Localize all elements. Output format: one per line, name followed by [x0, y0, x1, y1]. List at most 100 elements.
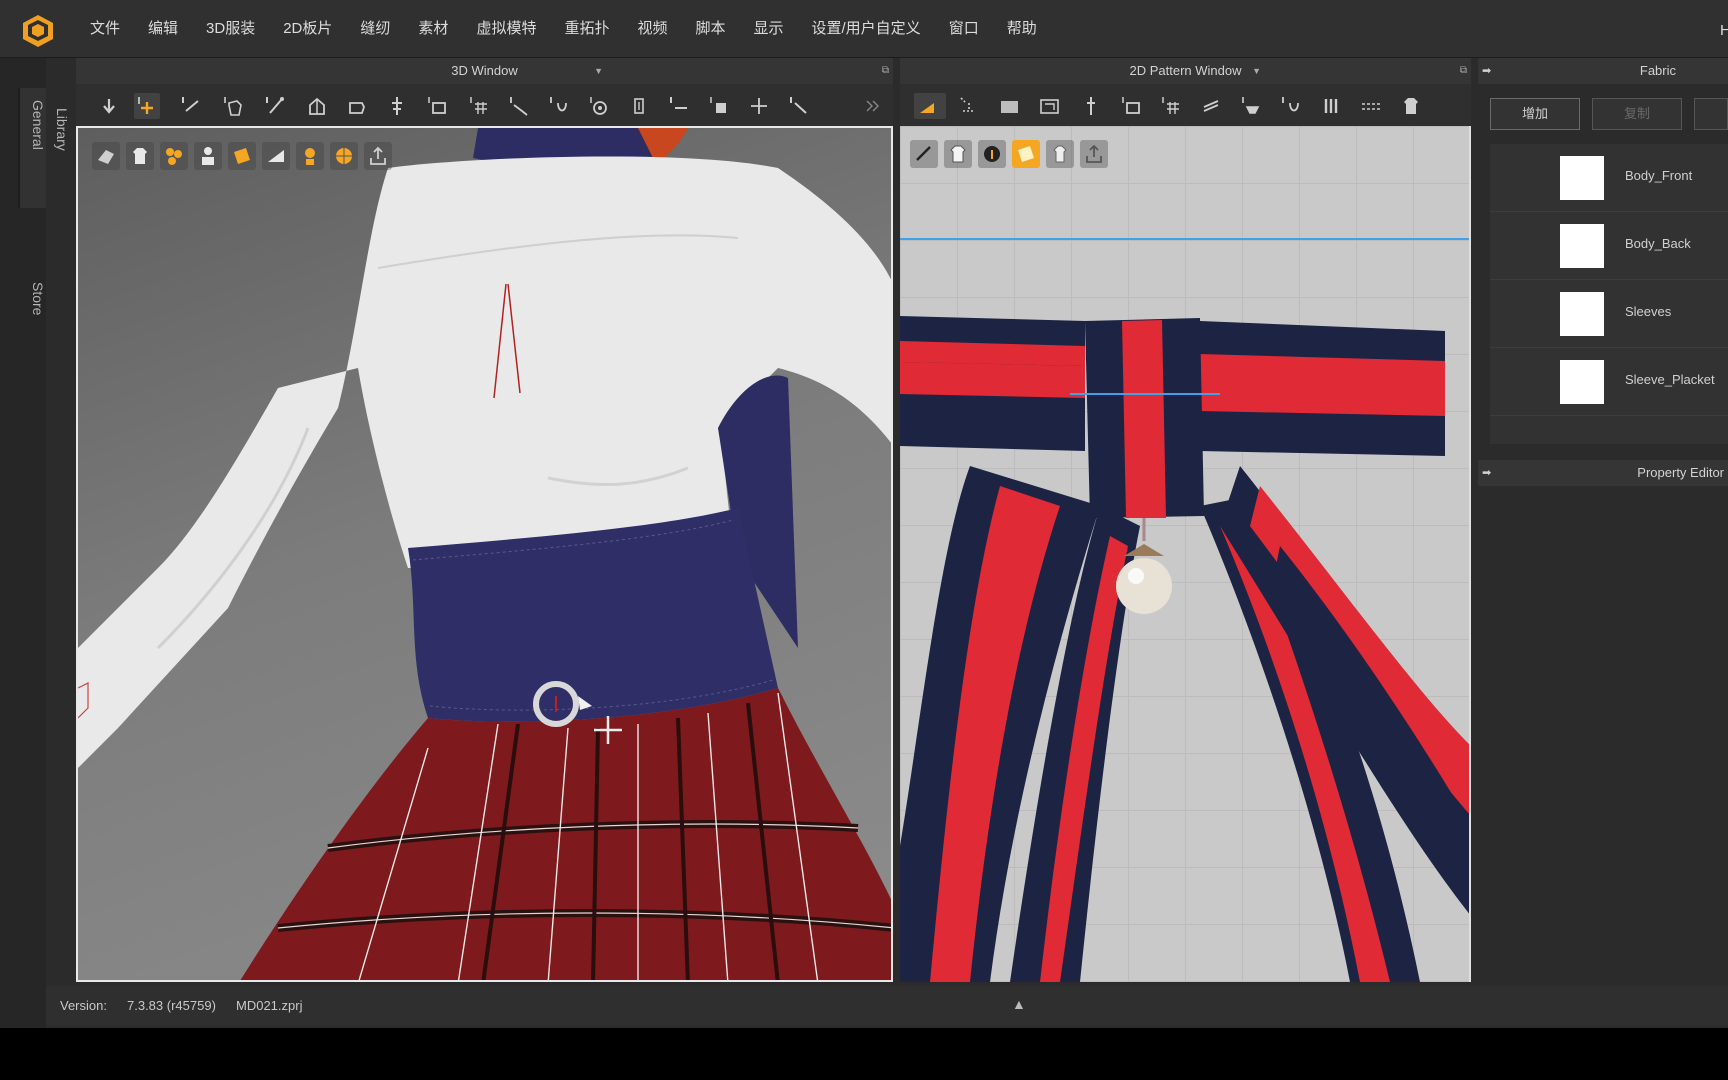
- environment-icon[interactable]: [330, 142, 358, 170]
- menu-retopology[interactable]: 重拓扑: [550, 0, 623, 58]
- view2d-dropdown-icon[interactable]: ▼: [1252, 58, 1261, 84]
- view2d-popout-icon[interactable]: ⧉: [1460, 58, 1467, 84]
- polygon-icon[interactable]: [1036, 93, 1062, 119]
- zipper-icon[interactable]: [546, 93, 572, 119]
- menu-video[interactable]: 视频: [623, 0, 681, 58]
- menu-help[interactable]: 帮助: [993, 0, 1051, 58]
- fabric-swatch: [1560, 360, 1604, 404]
- menu-settings[interactable]: 设置/用户自定义: [798, 0, 935, 58]
- topstitch-icon[interactable]: [1318, 93, 1344, 119]
- tab-store[interactable]: Store: [18, 218, 46, 328]
- view3d-dropdown-icon[interactable]: ▼: [594, 58, 603, 84]
- view2d-viewport[interactable]: [900, 126, 1471, 982]
- view2d-toolbar: [900, 84, 1471, 126]
- puckering-icon[interactable]: [506, 93, 532, 119]
- view3d-viewport[interactable]: [76, 126, 893, 982]
- show-pattern-icon[interactable]: [944, 140, 972, 168]
- version-label: Version:: [60, 998, 107, 1013]
- expand-up-icon[interactable]: ▲: [1012, 996, 1026, 1012]
- fabric-name: Body_Back: [1625, 236, 1691, 251]
- view3d-popout-icon[interactable]: ⧉: [882, 58, 889, 84]
- menu-overflow[interactable]: H: [1720, 22, 1728, 39]
- property-editor-title: Property Editor: [1637, 465, 1724, 480]
- app-logo-icon[interactable]: [22, 14, 54, 48]
- fabric-item[interactable]: Body_Back: [1490, 212, 1728, 280]
- garment-3d-render: [78, 128, 891, 980]
- menu-2d-pattern[interactable]: 2D板片: [269, 0, 346, 58]
- show-garment-2d-icon[interactable]: [1046, 140, 1074, 168]
- menu-window[interactable]: 窗口: [935, 0, 993, 58]
- show-avatar-icon[interactable]: [92, 142, 120, 170]
- move-arrows-icon[interactable]: [746, 93, 772, 119]
- info-icon[interactable]: [978, 140, 1006, 168]
- show-texture-icon[interactable]: [228, 142, 256, 170]
- internal-line-icon[interactable]: [1078, 93, 1104, 119]
- toolbar-overflow-icon[interactable]: [860, 93, 880, 119]
- edit-pattern-icon[interactable]: [220, 93, 246, 119]
- fabric-swatch: [1560, 156, 1604, 200]
- menu-sewing[interactable]: 缝纫: [346, 0, 404, 58]
- export-2d-icon[interactable]: [1080, 140, 1108, 168]
- grid-icon[interactable]: [466, 93, 492, 119]
- shading-icon[interactable]: [262, 142, 290, 170]
- tab-general[interactable]: General: [18, 88, 46, 208]
- property-collapse-icon[interactable]: ➡: [1482, 460, 1491, 486]
- grid-icon[interactable]: [1158, 93, 1184, 119]
- menu-file[interactable]: 文件: [76, 0, 134, 58]
- measure-icon[interactable]: [384, 93, 410, 119]
- transform-icon[interactable]: [914, 93, 946, 119]
- garment-icon[interactable]: [1398, 93, 1424, 119]
- show-texture-2d-icon[interactable]: [1012, 140, 1040, 168]
- add-fabric-button[interactable]: 增加: [1490, 98, 1580, 130]
- gizmo-icon[interactable]: [528, 676, 628, 746]
- select-move-icon[interactable]: [134, 93, 160, 119]
- pen-icon[interactable]: [910, 140, 938, 168]
- button-icon[interactable]: [586, 93, 612, 119]
- property-editor-header: ➡ Property Editor: [1478, 460, 1728, 486]
- sewing-icon[interactable]: [1118, 93, 1144, 119]
- menu-materials[interactable]: 素材: [404, 0, 462, 58]
- trim-icon[interactable]: [706, 93, 732, 119]
- view3d-title: 3D Window: [451, 63, 518, 78]
- fabric-collapse-icon[interactable]: ➡: [1482, 58, 1491, 84]
- fabric-item[interactable]: Sleeves: [1490, 280, 1728, 348]
- segment-icon[interactable]: [1358, 93, 1384, 119]
- fabric-title: Fabric: [1639, 63, 1676, 78]
- menu-bar: 文件 编辑 3D服装 2D板片 缝纫 素材 虚拟模特 重拓扑 视频 脚本 显示 …: [0, 0, 1728, 58]
- fabric-item[interactable]: Body_Front: [1490, 144, 1728, 212]
- show-garment-icon[interactable]: [126, 142, 154, 170]
- show-avatar-body-icon[interactable]: [194, 142, 222, 170]
- edit-point-icon[interactable]: [956, 93, 982, 119]
- menu-3d-garment[interactable]: 3D服装: [192, 0, 269, 58]
- view3d-toolbar: [76, 84, 893, 126]
- copy-fabric-button[interactable]: 复制: [1592, 98, 1682, 130]
- tack-icon[interactable]: [262, 93, 288, 119]
- status-bar: Version: 7.3.83 (r45759) MD021.zprj ▲: [46, 986, 1728, 1026]
- topstitch-icon[interactable]: [666, 93, 692, 119]
- view3d-overlay-toolbar: [92, 142, 392, 170]
- edit-uv-icon[interactable]: [1278, 93, 1304, 119]
- more-fabric-button[interactable]: [1694, 98, 1728, 130]
- pleat-icon[interactable]: [1238, 93, 1264, 119]
- select-mesh-icon[interactable]: [96, 93, 122, 119]
- show-points-icon[interactable]: [160, 142, 188, 170]
- export-icon[interactable]: [364, 142, 392, 170]
- avatar-head-icon[interactable]: [296, 142, 324, 170]
- tab-library[interactable]: Library: [54, 108, 70, 151]
- version-value: 7.3.83 (r45759): [127, 998, 216, 1013]
- fold-icon[interactable]: [1198, 93, 1224, 119]
- menu-display[interactable]: 显示: [740, 0, 798, 58]
- texture-icon[interactable]: [424, 93, 450, 119]
- menu-edit[interactable]: 编辑: [134, 0, 192, 58]
- menu-script[interactable]: 脚本: [681, 0, 739, 58]
- buttonhole-icon[interactable]: [626, 93, 652, 119]
- menu-avatar[interactable]: 虚拟模特: [462, 0, 550, 58]
- fabric-name: Body_Front: [1625, 168, 1693, 183]
- file-name: MD021.zprj: [236, 998, 303, 1013]
- steam-icon[interactable]: [786, 93, 812, 119]
- rectangle-icon[interactable]: [996, 93, 1022, 119]
- fold-arrange-icon[interactable]: [304, 93, 330, 119]
- fabric-item[interactable]: Sleeve_Placket: [1490, 348, 1728, 416]
- pin-icon[interactable]: [344, 93, 370, 119]
- transform-pattern-icon[interactable]: [178, 93, 204, 119]
